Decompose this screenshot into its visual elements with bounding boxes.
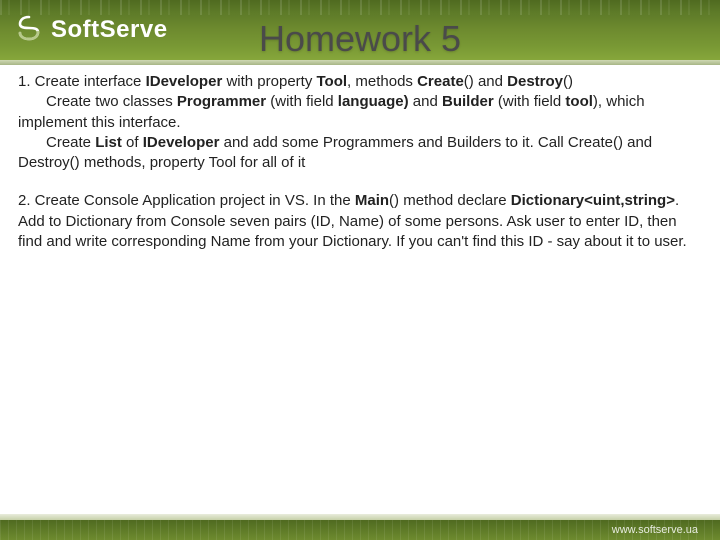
text-bold: IDeveloper (146, 73, 223, 90)
text: () and (464, 73, 507, 90)
slide-header: SoftServe Homework 5 (0, 0, 720, 60)
text-bold: Tool (317, 73, 348, 90)
text-bold: IDeveloper (143, 134, 220, 151)
text: and (409, 93, 442, 110)
text: (with field (494, 93, 566, 110)
text-bold: Destroy (507, 73, 563, 90)
slide-body: 1. Create interface IDeveloper with prop… (0, 66, 720, 252)
text-bold: Builder (442, 93, 494, 110)
page-title: Homework 5 (259, 18, 461, 60)
text-bold: tool (565, 93, 593, 110)
text: Create (46, 134, 95, 151)
text: () method declare (389, 192, 511, 209)
task1-line2: Create two classes Programmer (with fiel… (18, 92, 702, 133)
logo-icon (15, 14, 43, 47)
task1-line1: 1. Create interface IDeveloper with prop… (18, 72, 702, 92)
text-bold: Create (417, 73, 464, 90)
text: 2. Create Console Application project in… (18, 192, 355, 209)
text: Create two classes (46, 93, 177, 110)
text: () (563, 73, 573, 90)
text: with property (222, 73, 316, 90)
text-bold: Programmer (177, 93, 266, 110)
task2-line1: 2. Create Console Application project in… (18, 191, 702, 252)
footer-url: www.softserve.ua (612, 524, 698, 536)
text: 1. Create interface (18, 73, 146, 90)
text: of (122, 134, 143, 151)
text-bold: Dictionary<uint,string> (511, 192, 675, 209)
brand-name: SoftServe (51, 16, 168, 44)
text-bold: Main (355, 192, 389, 209)
text: , methods (347, 73, 417, 90)
text-bold: List (95, 134, 122, 151)
brand-logo: SoftServe (15, 14, 168, 47)
slide-footer: www.softserve.ua (0, 520, 720, 540)
task1-line3: Create List of IDeveloper and add some P… (18, 133, 702, 174)
text: (with field (266, 93, 338, 110)
text-bold: language) (338, 93, 409, 110)
